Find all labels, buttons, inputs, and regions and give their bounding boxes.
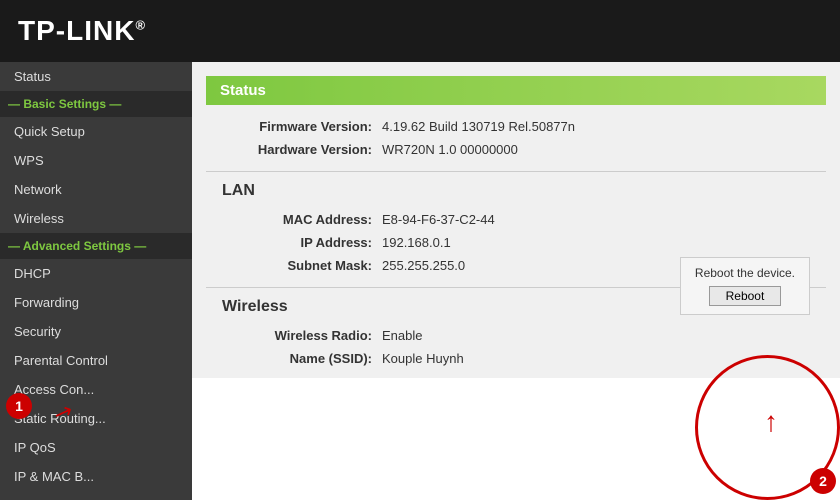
sidebar-item-ip-qos[interactable]: IP QoS [0,433,192,462]
sidebar-section-basic: — Basic Settings — [0,91,192,117]
content-area: Status Firmware Version: 4.19.62 Build 1… [192,62,840,500]
status-section-header: Status [206,76,826,105]
header: TP-LINK® [0,0,840,62]
hardware-value: WR720N 1.0 00000000 [382,142,518,157]
sidebar-item-ip-mac-binding[interactable]: IP & MAC B... [0,462,192,491]
ip-label: IP Address: [222,235,382,250]
sidebar-item-dynamic-dns[interactable]: Dynamic D... [0,491,192,500]
main-layout: Status — Basic Settings — Quick Setup WP… [0,62,840,500]
firmware-row: Firmware Version: 4.19.62 Build 130719 R… [222,115,810,138]
reboot-text: Reboot the device. [695,266,795,280]
sidebar-item-parental-control[interactable]: Parental Control [0,346,192,375]
mac-value: E8-94-F6-37-C2-44 [382,212,495,227]
annotation-label-2: 2 [810,468,836,494]
subnet-value: 255.255.255.0 [382,258,465,273]
ssid-label: Name (SSID): [222,351,382,366]
sidebar-item-forwarding[interactable]: Forwarding [0,288,192,317]
logo: TP-LINK® [18,15,146,47]
mac-label: MAC Address: [222,212,382,227]
hardware-label: Hardware Version: [222,142,382,157]
reboot-area: Reboot the device. Reboot [680,257,810,315]
sidebar-item-network[interactable]: Network [0,175,192,204]
wireless-info: Wireless Radio: Enable Name (SSID): Koup… [222,324,810,370]
sidebar-item-quick-setup[interactable]: Quick Setup [0,117,192,146]
lan-title: LAN [222,182,810,200]
firmware-info: Firmware Version: 4.19.62 Build 130719 R… [222,115,810,161]
sidebar-item-wps[interactable]: WPS [0,146,192,175]
ip-value: 192.168.0.1 [382,235,451,250]
sidebar-item-status[interactable]: Status [0,62,192,91]
ip-row: IP Address: 192.168.0.1 [222,231,810,254]
radio-label: Wireless Radio: [222,328,382,343]
sidebar: Status — Basic Settings — Quick Setup WP… [0,62,192,500]
annotation-circle-1: 1 [6,393,32,419]
ssid-value: Kouple Huynh [382,351,464,366]
main-panel: Status Firmware Version: 4.19.62 Build 1… [192,62,840,378]
firmware-value: 4.19.62 Build 130719 Rel.50877n [382,119,575,134]
sidebar-section-advanced: — Advanced Settings — [0,233,192,259]
subnet-label: Subnet Mask: [222,258,382,273]
radio-row: Wireless Radio: Enable [222,324,810,347]
radio-value: Enable [382,328,422,343]
mac-row: MAC Address: E8-94-F6-37-C2-44 [222,208,810,231]
reboot-button[interactable]: Reboot [709,286,782,306]
sidebar-item-security[interactable]: Security [0,317,192,346]
sidebar-item-wireless[interactable]: Wireless [0,204,192,233]
firmware-label: Firmware Version: [222,119,382,134]
hardware-row: Hardware Version: WR720N 1.0 00000000 [222,138,810,161]
arrow-2-icon: ↑ [764,406,778,438]
ssid-row: Name (SSID): Kouple Huynh [222,347,810,370]
sidebar-item-dhcp[interactable]: DHCP [0,259,192,288]
divider-1 [206,171,826,172]
